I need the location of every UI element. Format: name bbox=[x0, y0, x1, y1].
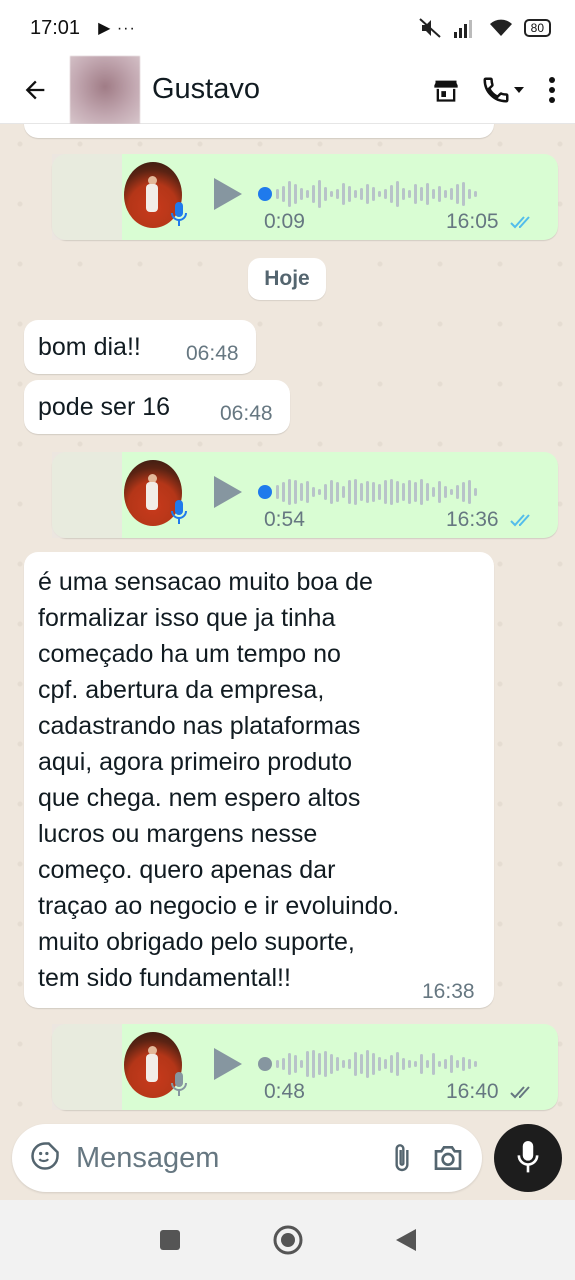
message-text: é uma sensacao muito boa de formalizar i… bbox=[38, 568, 400, 992]
header-actions bbox=[431, 75, 575, 105]
voice-duration: 0:09 bbox=[264, 210, 305, 233]
avatar[interactable] bbox=[70, 55, 140, 124]
day-separator: Hoje bbox=[248, 258, 326, 300]
system-nav-bar bbox=[0, 1200, 575, 1280]
incoming-message[interactable]: é uma sensacao muito boa de formalizar i… bbox=[24, 552, 494, 1008]
mic-icon bbox=[171, 202, 187, 226]
back-arrow-icon bbox=[25, 80, 45, 99]
mic-icon bbox=[171, 500, 187, 524]
square-nav-icon[interactable] bbox=[158, 1228, 182, 1252]
message-time: 16:40 bbox=[446, 1080, 499, 1103]
double-check-icon bbox=[510, 514, 530, 527]
back-button[interactable] bbox=[0, 56, 70, 124]
mic-icon bbox=[517, 1141, 539, 1173]
message-time: 16:38 bbox=[422, 980, 475, 1003]
battery-indicator: 80 bbox=[523, 19, 551, 37]
partial-message bbox=[24, 124, 494, 138]
attach-button[interactable] bbox=[390, 1142, 414, 1174]
waveform[interactable] bbox=[276, 178, 477, 210]
status-icons: 80 bbox=[418, 17, 551, 39]
message-time: 16:05 bbox=[446, 210, 499, 233]
chat-area[interactable]: 0:09 16:05 Hoje bom dia!! 06:48 pode ser… bbox=[0, 124, 575, 1200]
voice-message[interactable]: 0:54 16:36 bbox=[52, 452, 558, 538]
mute-icon bbox=[418, 18, 441, 38]
more-options-button[interactable] bbox=[547, 76, 557, 104]
message-input[interactable]: Mensagem bbox=[76, 1142, 390, 1175]
status-bar: 17:01 ▶ ··· 80 bbox=[0, 0, 575, 56]
voice-message[interactable]: 0:09 16:05 bbox=[52, 154, 558, 240]
more-vert-icon bbox=[549, 76, 555, 103]
progress-dot[interactable] bbox=[258, 485, 272, 499]
attach-icon bbox=[395, 1144, 409, 1172]
contact-name[interactable]: Gustavo bbox=[152, 73, 260, 106]
phone-icon bbox=[483, 77, 509, 103]
voice-duration: 0:54 bbox=[264, 508, 305, 531]
signal-icon bbox=[453, 20, 472, 38]
sticker-button[interactable] bbox=[30, 1141, 60, 1176]
voice-duration: 0:48 bbox=[264, 1080, 305, 1103]
double-check-icon bbox=[510, 216, 530, 229]
incoming-message[interactable]: bom dia!! 06:48 bbox=[24, 320, 256, 374]
voice-message[interactable]: 0:48 16:40 bbox=[52, 1024, 558, 1110]
message-time: 16:36 bbox=[446, 508, 499, 531]
chat-header: Gustavo bbox=[0, 55, 575, 124]
camera-button[interactable] bbox=[432, 1143, 464, 1173]
store-icon bbox=[434, 80, 458, 102]
waveform[interactable] bbox=[276, 1048, 477, 1080]
double-check-icon bbox=[510, 1086, 530, 1099]
progress-dot[interactable] bbox=[258, 1057, 272, 1071]
call-button[interactable] bbox=[481, 75, 527, 105]
incoming-message[interactable]: pode ser 16 06:48 bbox=[24, 380, 290, 434]
voice-record-button[interactable] bbox=[494, 1124, 562, 1192]
chevron-down-icon bbox=[514, 86, 524, 93]
message-composer[interactable]: Mensagem bbox=[12, 1124, 482, 1192]
mic-icon bbox=[171, 1072, 187, 1096]
message-time: 06:48 bbox=[186, 342, 239, 365]
message-text: bom dia!! bbox=[38, 333, 141, 361]
camera-icon bbox=[434, 1146, 462, 1170]
message-time: 06:48 bbox=[220, 402, 273, 425]
status-extra: ▶ ··· bbox=[98, 20, 136, 37]
message-text: pode ser 16 bbox=[38, 393, 171, 421]
status-time: 17:01 bbox=[30, 16, 81, 39]
wifi-icon bbox=[489, 19, 512, 36]
play-icon[interactable] bbox=[214, 1048, 242, 1080]
progress-dot[interactable] bbox=[258, 187, 272, 201]
store-button[interactable] bbox=[431, 76, 461, 104]
sticker-icon bbox=[31, 1141, 59, 1170]
waveform[interactable] bbox=[276, 476, 477, 508]
play-icon[interactable] bbox=[214, 476, 242, 508]
back-nav-icon[interactable] bbox=[394, 1227, 418, 1253]
home-nav-icon[interactable] bbox=[272, 1224, 304, 1256]
play-icon[interactable] bbox=[214, 178, 242, 210]
